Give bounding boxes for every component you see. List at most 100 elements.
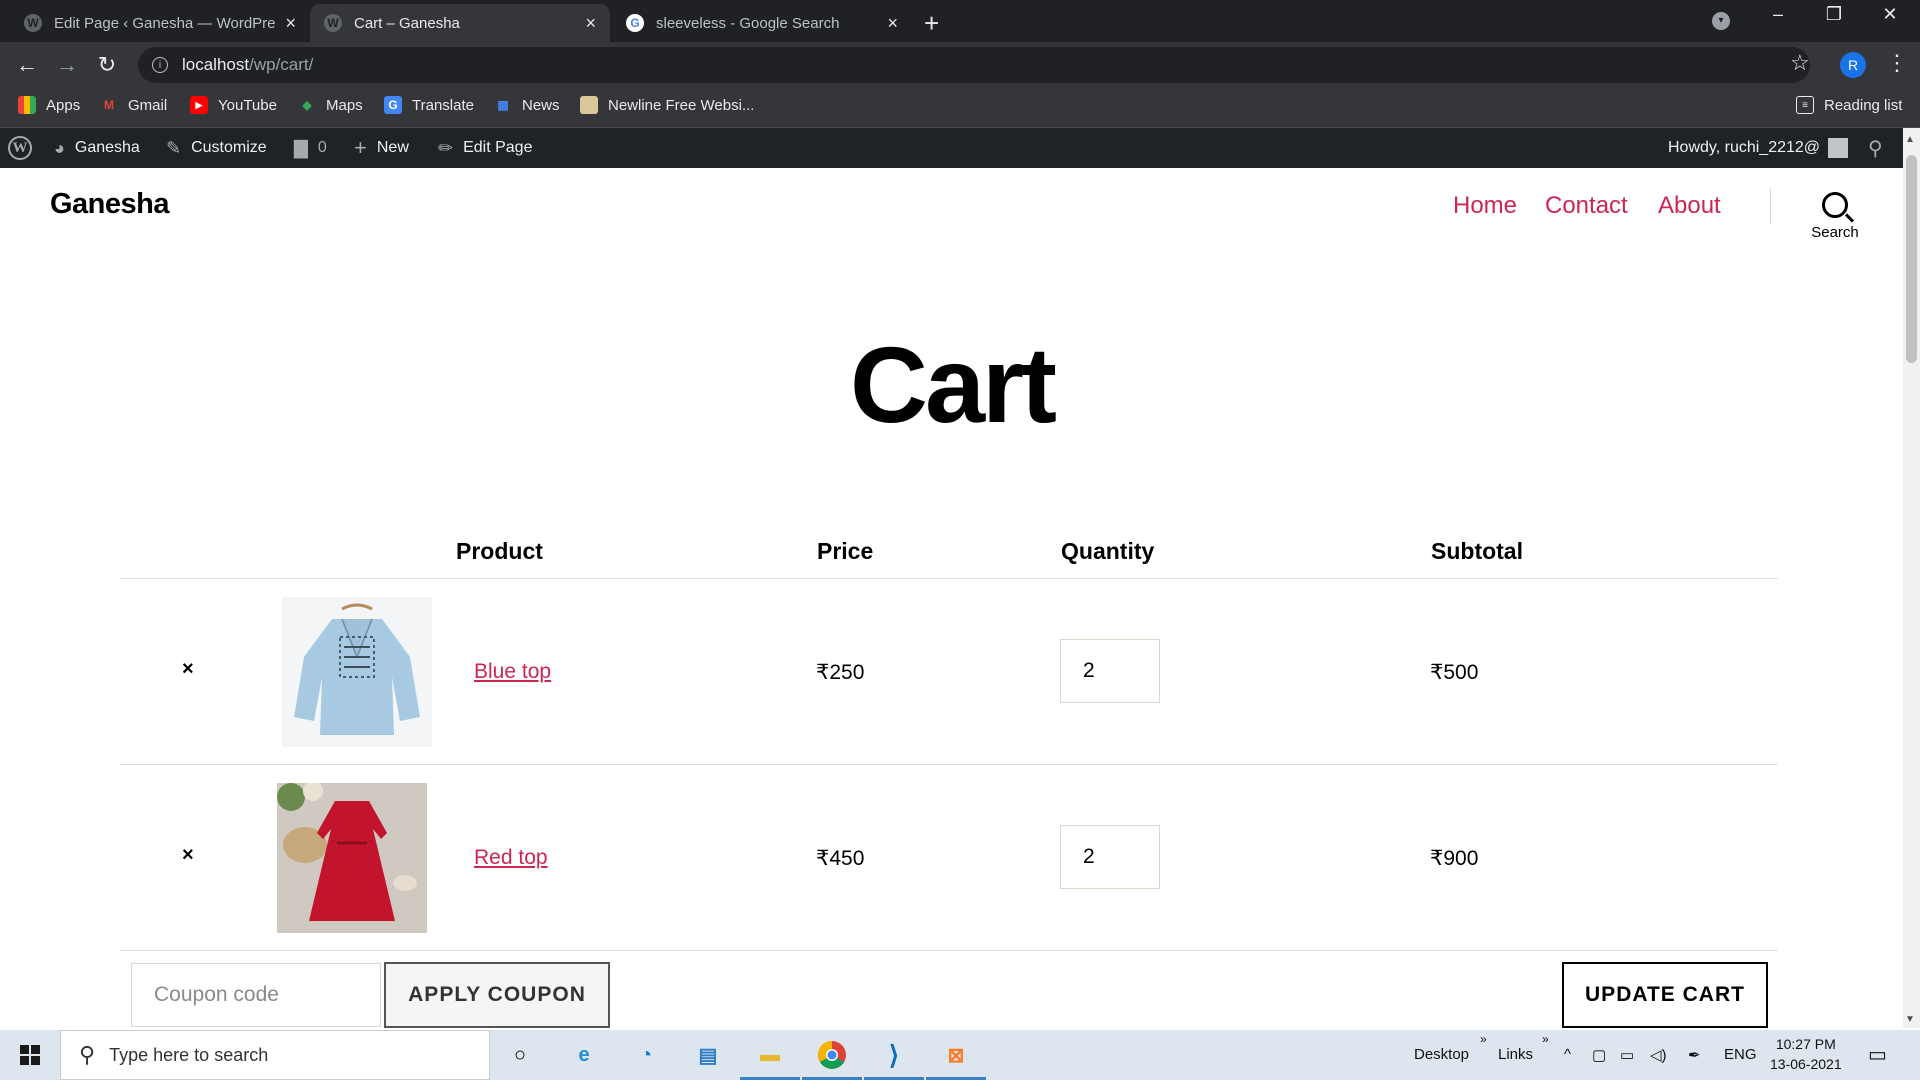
url-host: localhost xyxy=(182,55,250,74)
close-tab-icon[interactable]: × xyxy=(887,13,898,34)
admin-edit-page[interactable]: ✏ Edit Page xyxy=(438,128,532,168)
remove-item-blue-top[interactable]: × xyxy=(182,658,194,681)
bookmark-star-icon[interactable]: ☆ xyxy=(1790,50,1810,76)
battery-icon[interactable]: ▭ xyxy=(1620,1046,1634,1064)
wordpress-favicon-icon: W xyxy=(324,14,342,32)
wp-logo-menu[interactable]: W xyxy=(8,128,32,168)
bookmark-label: Gmail xyxy=(128,96,168,114)
bookmark-translate[interactable]: G Translate xyxy=(384,96,474,114)
bookmark-maps[interactable]: ◆ Maps xyxy=(298,96,362,114)
links-toolbar[interactable]: Links xyxy=(1498,1046,1533,1063)
scroll-down-arrow-icon[interactable]: ▼ xyxy=(1905,1014,1915,1025)
toolbar-expand-icon[interactable]: » xyxy=(1542,1032,1549,1046)
product-link-blue-top[interactable]: Blue top xyxy=(474,660,551,684)
bookmark-news[interactable]: ▦ News xyxy=(494,96,559,114)
reading-list[interactable]: ≡ Reading list xyxy=(1796,96,1902,114)
close-window-icon[interactable]: ✕ xyxy=(1870,4,1910,25)
site-title[interactable]: Ganesha xyxy=(50,188,170,221)
start-button[interactable] xyxy=(0,1030,60,1080)
edge-icon[interactable]: ◔ xyxy=(626,1035,666,1075)
desktop-toolbar[interactable]: Desktop xyxy=(1414,1046,1469,1063)
nav-about[interactable]: About xyxy=(1658,192,1721,220)
apply-coupon-button[interactable]: APPLY COUPON xyxy=(384,962,610,1028)
red-top-image xyxy=(277,783,427,933)
bookmark-label: Apps xyxy=(46,96,81,114)
product-link-red-top[interactable]: Red top xyxy=(474,846,548,870)
update-cart-button[interactable]: UPDATE CART xyxy=(1562,962,1768,1028)
admin-comments[interactable]: ▇ 0 xyxy=(294,128,327,168)
chrome-icon[interactable] xyxy=(802,1035,862,1080)
comment-bubble-icon: ▇ xyxy=(294,137,308,158)
tab-cart[interactable]: W Cart – Ganesha × xyxy=(310,4,610,42)
brush-icon: ✎ xyxy=(166,137,182,158)
bookmark-apps[interactable]: Apps xyxy=(18,96,80,114)
search-toggle-label: Search xyxy=(1811,224,1859,241)
language-indicator[interactable]: ENG xyxy=(1724,1046,1757,1063)
forward-arrow-icon[interactable]: → xyxy=(52,52,82,78)
volume-icon[interactable]: ◁) xyxy=(1650,1046,1667,1064)
meet-now-icon[interactable]: ▢ xyxy=(1592,1046,1606,1064)
url-bar[interactable]: i localhost/wp/cart/ xyxy=(138,47,1810,83)
search-toggle[interactable]: Search xyxy=(1800,186,1870,241)
nav-divider xyxy=(1770,188,1771,224)
admin-new[interactable]: + New xyxy=(354,128,409,168)
search-icon xyxy=(1822,192,1848,218)
control-panel-icon[interactable]: ▤ xyxy=(688,1035,728,1075)
address-toolbar: ← → ↻ i localhost/wp/cart/ ☆ R ⋮ xyxy=(0,42,1920,88)
taskbar-search-box[interactable]: ⚲ Type here to search xyxy=(60,1030,490,1080)
nav-home[interactable]: Home xyxy=(1453,192,1517,220)
page-scrollbar-thumb[interactable] xyxy=(1906,155,1917,363)
clock-time: 10:27 PM xyxy=(1775,1036,1836,1052)
task-view-icon[interactable]: ○ xyxy=(500,1035,540,1075)
admin-customize[interactable]: ✎ Customize xyxy=(166,128,267,168)
close-tab-icon[interactable]: × xyxy=(585,13,596,34)
admin-site-name[interactable]: ◕ Ganesha xyxy=(54,128,140,168)
bookmark-youtube[interactable]: ▶ YouTube xyxy=(190,96,277,114)
taskbar-search-placeholder: Type here to search xyxy=(109,1044,269,1065)
minimize-icon[interactable]: – xyxy=(1758,4,1798,25)
page-title: Cart xyxy=(849,324,1057,445)
blue-top-image xyxy=(282,597,432,747)
notification-center-icon[interactable]: ▭ xyxy=(1868,1042,1887,1067)
site-info-icon[interactable]: i xyxy=(152,57,168,73)
toolbar-expand-icon[interactable]: » xyxy=(1480,1032,1487,1046)
reload-icon[interactable]: ↻ xyxy=(92,52,122,78)
admin-search[interactable]: ⚲ xyxy=(1868,128,1893,168)
nav-contact[interactable]: Contact xyxy=(1545,192,1628,220)
restore-icon[interactable]: ❐ xyxy=(1814,4,1854,25)
coupon-code-input[interactable] xyxy=(131,963,381,1027)
admin-account[interactable]: Howdy, ruchi_2212@ xyxy=(1668,128,1849,168)
profile-avatar[interactable]: R xyxy=(1840,52,1866,78)
quantity-input-blue-top[interactable] xyxy=(1060,639,1160,703)
tab-google-search[interactable]: G sleeveless - Google Search × xyxy=(612,4,912,42)
youtube-icon: ▶ xyxy=(190,96,208,114)
file-explorer-icon[interactable]: ▬ xyxy=(740,1035,800,1080)
quantity-input-red-top[interactable] xyxy=(1060,825,1160,889)
price-red-top: ₹450 xyxy=(816,847,865,870)
product-thumbnail-red-top[interactable] xyxy=(277,783,427,933)
wp-admin-bar: W ◕ Ganesha ✎ Customize ▇ 0 + New ✏ Edit… xyxy=(0,128,1920,168)
pen-icon[interactable]: ✒ xyxy=(1688,1046,1701,1064)
new-tab-plus-icon[interactable]: + xyxy=(924,8,939,39)
reading-list-icon: ≡ xyxy=(1796,96,1814,114)
vscode-icon[interactable]: ⟩ xyxy=(864,1035,924,1080)
remove-item-red-top[interactable]: × xyxy=(182,844,194,867)
bookmarks-bar: Apps M Gmail ▶ YouTube ◆ Maps G Translat… xyxy=(0,88,1920,128)
bookmark-gmail[interactable]: M Gmail xyxy=(100,96,167,114)
new-label: New xyxy=(376,139,409,156)
clock-date: 13-06-2021 xyxy=(1770,1056,1842,1072)
tab-edit-page[interactable]: W Edit Page ‹ Ganesha — WordPress × xyxy=(10,4,310,42)
product-thumbnail-blue-top[interactable] xyxy=(282,597,432,747)
system-clock[interactable]: 10:27 PM 13-06-2021 xyxy=(1770,1034,1842,1074)
apps-grid-icon xyxy=(18,96,36,114)
tab-search-chevron-icon[interactable]: ▾ xyxy=(1712,12,1730,30)
wordpress-logo-icon: W xyxy=(8,136,32,160)
tray-chevron-up-icon[interactable]: ^ xyxy=(1564,1046,1571,1063)
back-arrow-icon[interactable]: ← xyxy=(12,52,42,78)
scroll-up-arrow-icon[interactable]: ▲ xyxy=(1905,134,1915,145)
xampp-icon[interactable]: ⊠ xyxy=(926,1035,986,1080)
bookmark-newline[interactable]: Newline Free Websi... xyxy=(580,96,754,114)
internet-explorer-icon[interactable]: e xyxy=(564,1035,604,1075)
browser-menu-icon[interactable]: ⋮ xyxy=(1886,50,1908,76)
close-tab-icon[interactable]: × xyxy=(285,13,296,34)
